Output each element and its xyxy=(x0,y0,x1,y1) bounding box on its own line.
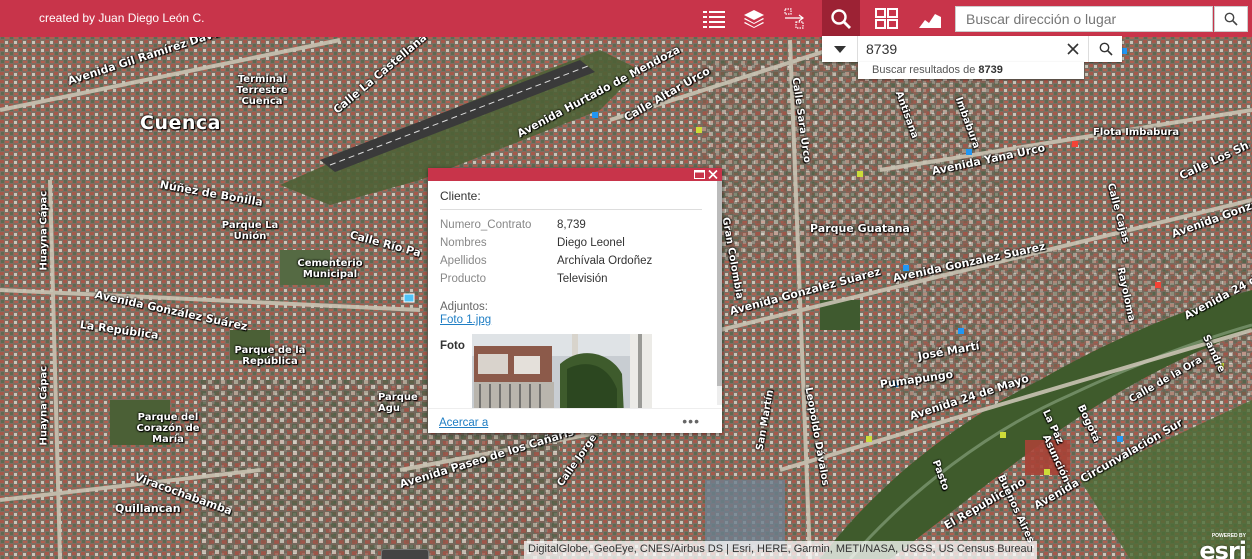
suggestion-term: 8739 xyxy=(978,64,1003,76)
popup-scrollbar[interactable] xyxy=(717,181,722,405)
search-box[interactable] xyxy=(955,6,1213,32)
maximize-icon[interactable] xyxy=(694,170,705,179)
layers-button[interactable] xyxy=(738,2,770,35)
elevation-profile-icon xyxy=(919,13,941,28)
map-label: Quillancan xyxy=(115,502,181,515)
map-label: Flota Imbabura xyxy=(1093,127,1180,138)
search-icon xyxy=(831,8,851,29)
app-root: Avenida Gil Ramírez Dávalos Terminal Ter… xyxy=(0,0,1252,559)
popup-content: Cliente: Numero_Contrato 8,739 Nombres D… xyxy=(428,181,716,408)
search-tool-button[interactable] xyxy=(822,0,860,37)
search-input[interactable] xyxy=(956,7,1212,31)
app-header: created by Juan Diego León C. xyxy=(0,0,1252,37)
esri-wordmark: esri xyxy=(1199,537,1247,559)
map-label: Parque Guatana xyxy=(810,222,910,235)
house-photo[interactable] xyxy=(472,334,652,408)
search-widget-input[interactable]: 8739 xyxy=(866,41,897,57)
map-label: Parque de la República xyxy=(234,345,306,367)
suggestion-prefix: Buscar resultados de xyxy=(872,64,976,76)
search-suggestion[interactable]: Buscar resultados de 8739 xyxy=(858,62,1084,79)
attribute-key: Apellidos xyxy=(440,255,487,267)
attribute-value: 8,739 xyxy=(557,219,586,231)
attribute-value: Televisión xyxy=(557,273,608,285)
map-label: Terminal Terrestre Cuenca xyxy=(236,74,288,107)
popup-titlebar xyxy=(428,168,722,181)
search-submit-button[interactable] xyxy=(1214,6,1248,32)
attribute-row: Nombres Diego Leonel xyxy=(440,234,708,252)
bottom-panel-handle[interactable] xyxy=(381,549,429,559)
search-icon xyxy=(1099,42,1113,56)
close-icon xyxy=(1067,43,1079,55)
map-label: Parque La Unión xyxy=(221,220,279,242)
attribute-row: Producto Televisión xyxy=(440,270,708,288)
attribute-value: Diego Leonel xyxy=(557,237,625,249)
attribute-row: Numero_Contrato 8,739 xyxy=(440,216,708,234)
esri-logo[interactable]: POWERED BY esri xyxy=(1178,533,1250,559)
app-credit: created by Juan Diego León C. xyxy=(39,11,205,25)
attachment-link[interactable]: Foto 1.jpg xyxy=(440,314,708,326)
elevation-profile-button[interactable] xyxy=(914,2,946,35)
attribute-table-icon xyxy=(784,7,804,29)
popup-title: Cliente: xyxy=(440,189,702,210)
attribute-table-button[interactable] xyxy=(778,2,810,35)
more-actions-button[interactable]: ••• xyxy=(682,414,700,428)
layers-icon xyxy=(744,9,764,28)
search-widget: 8739 xyxy=(822,36,1122,62)
map-label: Cementerio Municipal xyxy=(297,258,363,280)
map-label: Parque del Corazón de María xyxy=(136,412,200,445)
feature-popup: Cliente: Numero_Contrato 8,739 Nombres D… xyxy=(428,168,722,433)
map-attribution: DigitalGlobe, GeoEye, CNES/Airbus DS | E… xyxy=(524,541,1037,559)
attribute-row: Apellidos Archívala Ordoñez xyxy=(440,252,708,270)
basemap-gallery-icon xyxy=(875,7,898,29)
search-source-dropdown[interactable] xyxy=(822,36,858,62)
legend-button[interactable] xyxy=(698,2,730,35)
search-clear-button[interactable] xyxy=(1062,36,1084,62)
close-icon[interactable] xyxy=(707,168,719,181)
map-label: Huayna Cápac xyxy=(38,365,50,446)
search-widget-submit-button[interactable] xyxy=(1088,36,1122,62)
popup-footer: Acercar a ••• xyxy=(428,408,722,433)
caret-down-icon xyxy=(833,45,846,53)
legend-icon xyxy=(703,10,725,28)
map-label: Parque Agu xyxy=(378,392,418,414)
city-label: Cuenca xyxy=(140,112,221,134)
search-icon xyxy=(1224,12,1238,26)
zoom-to-link[interactable]: Acercar a xyxy=(439,417,488,429)
attribute-key: Numero_Contrato xyxy=(440,219,532,231)
scrollbar-thumb[interactable] xyxy=(717,181,722,386)
attribute-key: Producto xyxy=(440,273,487,285)
attribute-key: Nombres xyxy=(440,237,487,249)
attachments-label: Adjuntos: xyxy=(440,301,488,313)
attribute-value: Archívala Ordoñez xyxy=(557,255,653,267)
basemap-gallery-button[interactable] xyxy=(871,2,903,35)
map-label: Huayna Cápac xyxy=(38,190,50,271)
